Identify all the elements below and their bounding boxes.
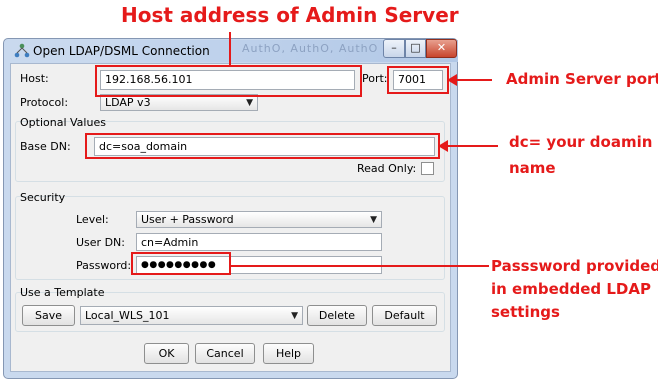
ldap-tree-icon: [14, 43, 30, 59]
port-highlight-box: [387, 66, 449, 94]
security-title: Security: [20, 191, 66, 204]
protocol-value: LDAP v3: [105, 96, 151, 109]
host-label: Host:: [20, 72, 49, 85]
host-annotation-line: [229, 32, 231, 65]
host-highlight-box: [95, 65, 362, 97]
maximize-button[interactable]: □: [405, 39, 426, 58]
cancel-button[interactable]: Cancel: [195, 343, 255, 364]
password-annotation-line1: Passsword provided: [491, 257, 658, 275]
minimize-icon: –: [391, 41, 397, 54]
base-dn-highlight-box: [85, 133, 440, 159]
close-button[interactable]: ✕: [426, 39, 457, 58]
dc-annotation-line1: dc= your doamin: [509, 133, 653, 151]
password-label: Password:: [76, 259, 132, 272]
user-dn-input[interactable]: cn=Admin: [136, 233, 382, 251]
level-label: Level:: [76, 213, 109, 226]
security-level-value: User + Password: [141, 213, 234, 226]
help-button[interactable]: Help: [263, 343, 314, 364]
base-dn-label: Base DN:: [20, 140, 71, 153]
ok-button[interactable]: OK: [144, 343, 189, 364]
template-value: Local_WLS_101: [85, 309, 170, 322]
port-annotation-text: Admin Server port: [506, 70, 658, 88]
chevron-down-icon: ▼: [291, 311, 298, 321]
dc-annotation-line2: name: [509, 159, 556, 177]
window-controls: – □ ✕: [383, 39, 457, 59]
maximize-icon: □: [410, 41, 421, 54]
dc-annotation-line: [440, 145, 498, 147]
template-title: Use a Template: [20, 286, 105, 299]
port-arrow-icon: [447, 74, 457, 86]
password-annotation-line: [231, 265, 489, 267]
optional-values-title: Optional Values: [20, 116, 106, 129]
password-annotation-line3: settings: [491, 303, 560, 321]
chevron-down-icon: ▼: [370, 215, 377, 225]
user-dn-label: User DN:: [76, 236, 125, 249]
read-only-label: Read Only:: [357, 162, 417, 175]
password-highlight-box: [131, 252, 231, 275]
background-tabs-text: AuthO, AuthO, AuthO: [242, 42, 379, 55]
minimize-button[interactable]: –: [383, 39, 405, 58]
save-template-button[interactable]: Save: [22, 305, 75, 326]
host-annotation-text: Host address of Admin Server: [121, 3, 459, 27]
protocol-label: Protocol:: [20, 96, 69, 109]
read-only-checkbox[interactable]: [421, 162, 434, 175]
dc-arrow-icon: [438, 140, 448, 152]
delete-template-button[interactable]: Delete: [307, 305, 367, 326]
close-icon: ✕: [436, 41, 447, 54]
port-label: Port:: [362, 72, 388, 85]
template-select[interactable]: Local_WLS_101 ▼: [80, 306, 303, 325]
security-level-select[interactable]: User + Password ▼: [136, 211, 382, 228]
password-annotation-line2: in embedded LDAP: [491, 280, 651, 298]
default-template-button[interactable]: Default: [372, 305, 437, 326]
chevron-down-icon: ▼: [246, 98, 253, 108]
window-title: Open LDAP/DSML Connection: [33, 44, 210, 58]
